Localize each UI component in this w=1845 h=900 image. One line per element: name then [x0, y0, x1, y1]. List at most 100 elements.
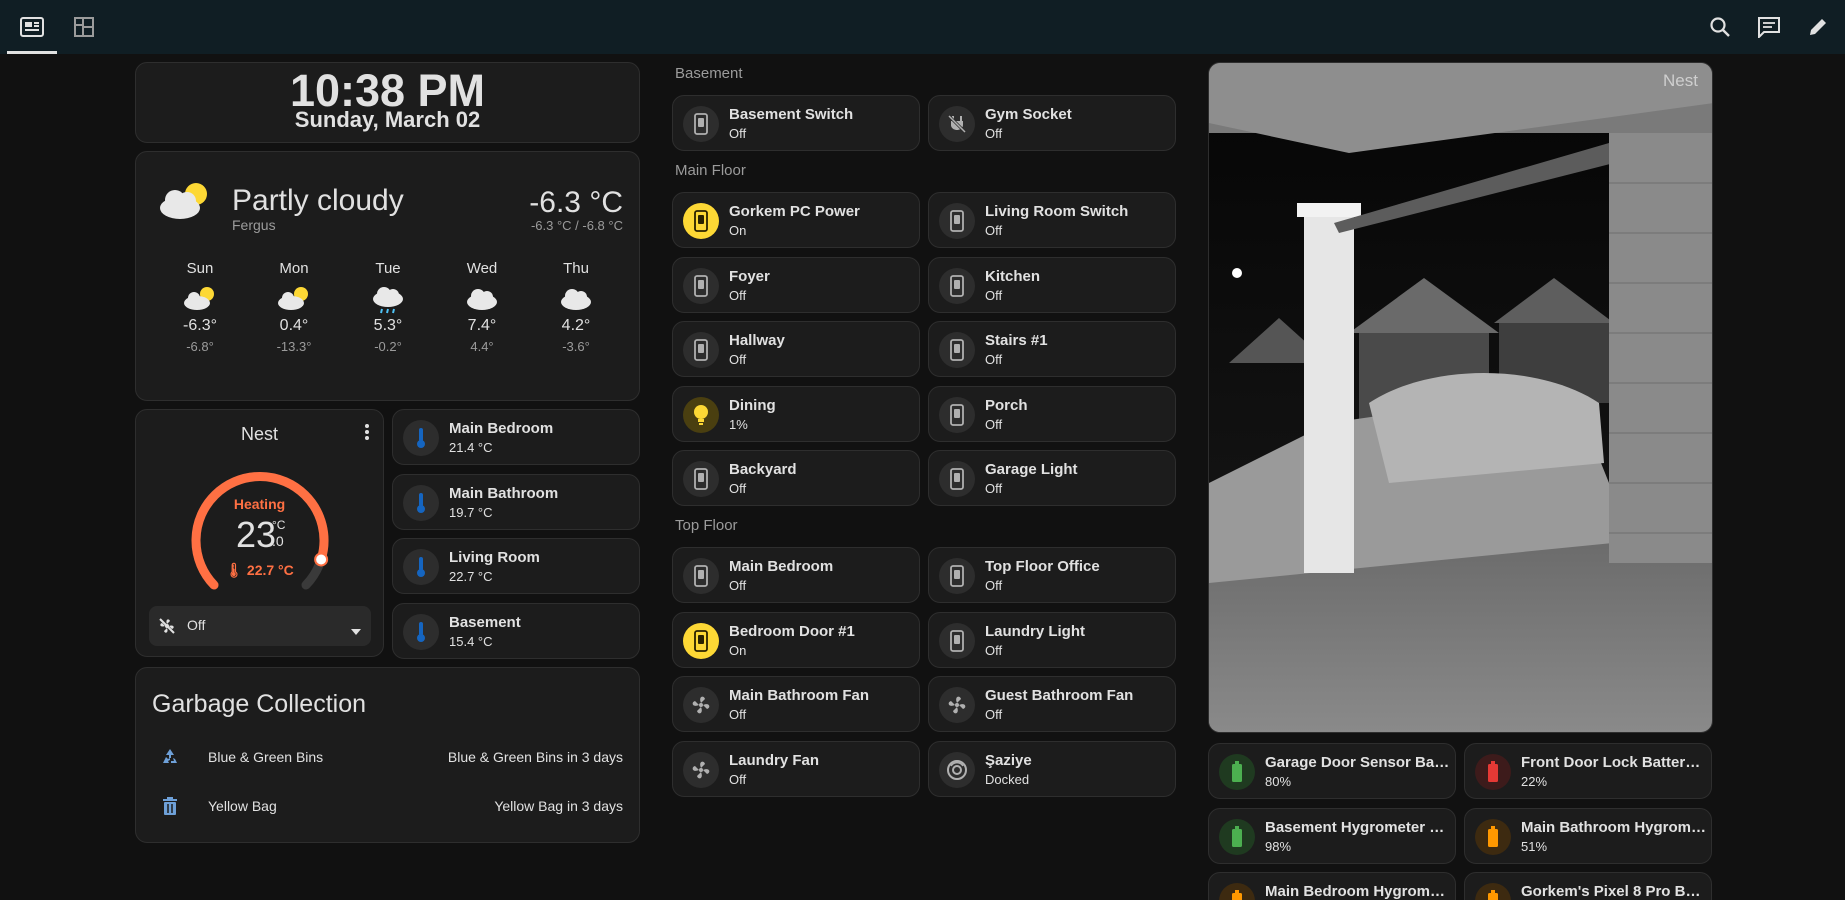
switch-icon[interactable]: [939, 267, 975, 304]
device-tile[interactable]: Top Floor Office Off: [928, 547, 1176, 603]
device-tile[interactable]: Kitchen Off: [928, 256, 1176, 313]
switch-icon[interactable]: [683, 622, 719, 659]
device-tile[interactable]: Stairs #1 Off: [928, 321, 1176, 377]
forecast-high: -6.3°: [183, 317, 217, 334]
search-icon[interactable]: [1706, 13, 1734, 41]
more-options-icon[interactable]: [363, 422, 371, 447]
rain-icon: [370, 284, 406, 321]
device-state: Off: [985, 578, 1003, 593]
fan-icon[interactable]: [939, 687, 975, 723]
device-tile[interactable]: Main Bedroom Off: [672, 547, 920, 603]
device-name: Porch: [985, 396, 1028, 414]
robot-vacuum-icon[interactable]: [939, 751, 975, 788]
room-temp-tile[interactable]: Main Bathroom 19.7 °C: [392, 474, 640, 530]
thermostat-current: 🌡 22.7 °C: [136, 562, 383, 579]
room-name: Living Room: [449, 549, 540, 566]
device-name: Backyard: [729, 461, 797, 478]
room-temp-tile[interactable]: Living Room 22.7 °C: [392, 538, 640, 594]
device-state: Off: [985, 126, 1003, 141]
forecast-high: 4.2°: [561, 317, 591, 334]
room-name: Basement: [449, 614, 521, 631]
battery-tile[interactable]: Front Door Lock Battery pe... 22%: [1464, 743, 1712, 799]
device-state: On: [729, 642, 747, 658]
battery-tile[interactable]: Basement Hygrometer Batt... 98%: [1208, 807, 1456, 864]
dashboard-icon[interactable]: [18, 13, 46, 41]
device-tile[interactable]: Laundry Fan Off: [672, 740, 920, 797]
device-state: Off: [985, 481, 1003, 496]
camera-feed[interactable]: Nest: [1208, 62, 1713, 733]
device-tile[interactable]: Main Bathroom Fan Off: [672, 676, 920, 732]
device-tile[interactable]: Gym Socket Off: [928, 95, 1176, 151]
section-heading-top-floor: Top Floor: [675, 517, 738, 534]
device-tile[interactable]: Porch Off: [928, 385, 1176, 442]
forecast-day: Thu 4.2° -3.6°: [546, 260, 606, 354]
thermostat-card[interactable]: Nest Heating 23 °C .0 🌡 22.7 °C Off: [135, 409, 384, 657]
thermometer-icon: [403, 549, 439, 585]
cloudy-icon: [464, 284, 500, 317]
battery-icon: [1475, 818, 1511, 855]
forecast-day: Tue 5.3° -0.2°: [358, 260, 418, 354]
device-name: Laundry Fan: [729, 751, 820, 769]
fan-icon[interactable]: [683, 687, 719, 723]
device-tile[interactable]: Garage Light Off: [928, 450, 1176, 506]
switch-icon[interactable]: [683, 558, 719, 594]
switch-icon[interactable]: [939, 622, 975, 659]
switch-icon[interactable]: [939, 203, 975, 239]
switch-icon[interactable]: [939, 396, 975, 433]
battery-level: 80%: [1265, 774, 1292, 789]
socket-off-icon[interactable]: [939, 106, 975, 142]
device-tile[interactable]: Guest Bathroom Fan Off: [928, 676, 1176, 732]
layout-icon[interactable]: [70, 13, 98, 41]
trash-icon: [161, 796, 179, 821]
room-temp-tile[interactable]: Main Bedroom 21.4 °C: [392, 409, 640, 465]
switch-icon[interactable]: [683, 267, 719, 304]
fan-icon[interactable]: [683, 751, 719, 788]
battery-tile[interactable]: Gorkem's Pixel 8 Pro Batte...54%: [1464, 872, 1712, 900]
device-tile[interactable]: Dining 1%: [672, 385, 920, 442]
device-tile[interactable]: Living Room Switch Off: [928, 192, 1176, 248]
switch-icon[interactable]: [683, 332, 719, 368]
fan-mode-value: Off: [187, 617, 206, 633]
pencil-icon[interactable]: [1804, 13, 1832, 41]
weather-card[interactable]: Partly cloudy Fergus -6.3 °C -6.3 °C / -…: [135, 151, 640, 401]
clock-card: 10:38 PM Sunday, March 02: [135, 62, 640, 143]
switch-icon[interactable]: [939, 461, 975, 497]
device-tile[interactable]: Şaziye Docked: [928, 740, 1176, 797]
forecast-day: Wed 7.4° 4.4°: [452, 260, 512, 354]
device-name: Hallway: [729, 332, 785, 349]
forecast-low: 4.4°: [470, 339, 494, 354]
device-name: Bedroom Door #1: [729, 622, 855, 640]
switch-icon[interactable]: [939, 332, 975, 368]
chevron-down-icon: [351, 622, 361, 640]
forecast-high: 7.4°: [467, 317, 497, 334]
device-tile[interactable]: Bedroom Door #1 On: [672, 611, 920, 668]
device-tile[interactable]: Hallway Off: [672, 321, 920, 377]
room-temp-tile[interactable]: Basement 15.4 °C: [392, 603, 640, 659]
switch-icon[interactable]: [939, 558, 975, 594]
switch-icon[interactable]: [683, 106, 719, 142]
clock-date: Sunday, March 02: [294, 107, 481, 132]
battery-tile[interactable]: Main Bedroom Hygromete...51%: [1208, 872, 1456, 900]
device-tile[interactable]: Gorkem PC Power On: [672, 192, 920, 248]
battery-tile[interactable]: Garage Door Sensor Battery 80%: [1208, 743, 1456, 799]
device-tile[interactable]: Basement Switch Off: [672, 95, 920, 151]
garbage-item-name: Yellow Bag: [208, 798, 277, 814]
device-name: Living Room Switch: [985, 203, 1129, 220]
room-temp: 19.7 °C: [449, 505, 493, 520]
section-heading-main-floor: Main Floor: [675, 162, 746, 179]
thermometer-icon: 🌡: [225, 562, 244, 578]
cloudy-icon: [558, 284, 594, 317]
device-state: Off: [729, 287, 747, 303]
device-tile[interactable]: Backyard Off: [672, 450, 920, 506]
switch-icon[interactable]: [683, 461, 719, 497]
device-tile[interactable]: Laundry Light Off: [928, 611, 1176, 668]
switch-icon[interactable]: [683, 203, 719, 239]
battery-tile[interactable]: Main Bathroom Hygromete... 51%: [1464, 807, 1712, 864]
bulb-icon[interactable]: [683, 396, 719, 433]
device-name: Main Bathroom Fan: [729, 687, 870, 704]
chat-icon[interactable]: [1755, 13, 1783, 41]
device-state: Off: [729, 126, 747, 141]
device-name: Basement Switch: [729, 106, 854, 123]
fan-mode-select[interactable]: Off: [149, 606, 371, 646]
device-tile[interactable]: Foyer Off: [672, 256, 920, 313]
